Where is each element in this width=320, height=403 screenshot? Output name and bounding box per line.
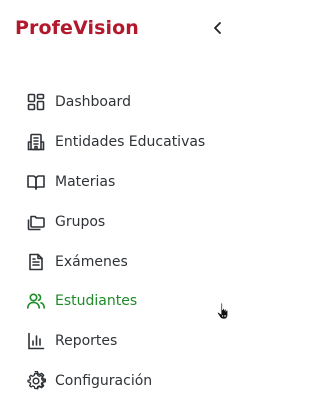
sidebar-item-label: Grupos (55, 214, 106, 230)
sidebar-item-dashboard[interactable]: Dashboard (26, 92, 131, 112)
sidebar-item-entidades-educativas[interactable]: Entidades Educativas (26, 132, 205, 152)
sidebar-item-estudiantes[interactable]: Estudiantes (26, 291, 137, 311)
sidebar: ProfeVision Dashboard Entidades Educativ… (0, 0, 264, 403)
folders-icon (26, 212, 46, 232)
file-text-icon (26, 252, 46, 272)
sidebar-item-label: Estudiantes (55, 293, 138, 309)
chevron-left-icon (214, 22, 221, 34)
book-open-icon (26, 172, 46, 192)
sidebar-item-label: Configuración (55, 373, 153, 389)
users-icon (26, 291, 46, 311)
sidebar-item-label: Exámenes (55, 254, 128, 270)
bar-chart-icon (26, 331, 46, 351)
sidebar-item-label: Dashboard (55, 94, 131, 110)
sidebar-item-label: Materias (55, 174, 116, 190)
gear-icon (26, 371, 46, 391)
sidebar-item-reportes[interactable]: Reportes (26, 331, 117, 351)
sidebar-item-label: Reportes (55, 333, 118, 349)
sidebar-item-materias[interactable]: Materias (26, 172, 115, 192)
hand-pointer-cursor-icon (216, 302, 229, 320)
sidebar-item-configuracion[interactable]: Configuración (26, 371, 152, 391)
brand-logo[interactable]: ProfeVision (15, 15, 139, 41)
collapse-sidebar-button[interactable] (208, 17, 228, 39)
sidebar-item-label: Entidades Educativas (55, 134, 206, 150)
building-icon (26, 132, 46, 152)
sidebar-item-examenes[interactable]: Exámenes (26, 252, 128, 272)
dashboard-grid-icon (26, 92, 46, 112)
sidebar-item-grupos[interactable]: Grupos (26, 212, 105, 232)
